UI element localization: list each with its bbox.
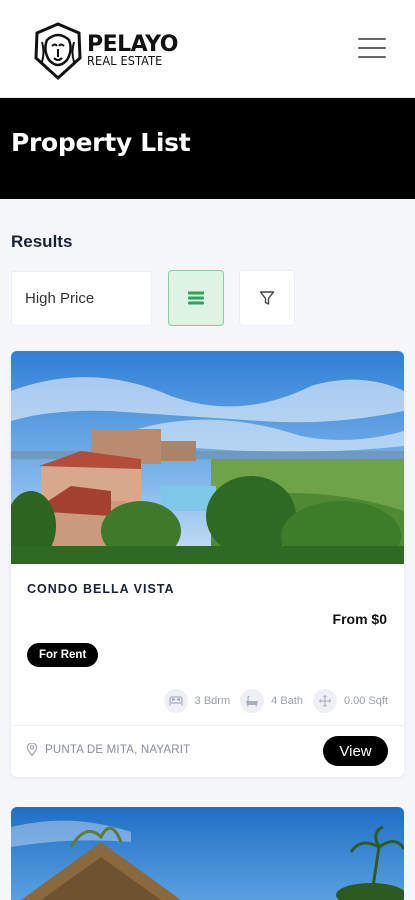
- baths-value: 4 Bath: [271, 695, 303, 707]
- area-arrows-icon: [312, 689, 337, 713]
- filter-icon: [259, 291, 275, 305]
- bed-icon: [163, 689, 188, 713]
- feature-area: 0.00 Sqft: [312, 689, 388, 713]
- property-name[interactable]: CONDO BELLA VISTA: [27, 582, 175, 596]
- list-view-button[interactable]: [168, 270, 224, 326]
- property-price: From $0: [332, 611, 387, 627]
- status-badge: For Rent: [27, 643, 99, 667]
- list-view-icon: [188, 291, 204, 305]
- feature-baths: 4 Bath: [240, 689, 303, 713]
- page-title: Property List: [11, 128, 191, 157]
- brand-subtitle: REAL ESTATE: [87, 53, 163, 69]
- brand-logo[interactable]: PELAYO REAL ESTATE: [33, 22, 178, 80]
- property-features: 3 Bdrm 4 Bath 0.00 Sqft: [163, 689, 388, 713]
- bedrooms-value: 3 Bdrm: [194, 695, 231, 707]
- sort-select[interactable]: High Price: [11, 271, 152, 326]
- sort-select-value: High Price: [25, 290, 95, 307]
- property-photo: [11, 807, 404, 900]
- lion-head-icon: [34, 22, 82, 80]
- location-text: PUNTA DE MITA, NAYARIT: [45, 743, 191, 756]
- feature-bedrooms: 3 Bdrm: [163, 689, 231, 713]
- property-card[interactable]: [11, 807, 404, 900]
- hamburger-menu-icon[interactable]: [358, 38, 386, 60]
- property-location: PUNTA DE MITA, NAYARIT: [27, 743, 190, 756]
- area-value: 0.00 Sqft: [343, 695, 388, 707]
- results-heading: Results: [11, 232, 73, 251]
- property-photo: [11, 351, 404, 564]
- card-divider: [11, 725, 404, 726]
- property-card[interactable]: CONDO BELLA VISTA From $0 For Rent 3 Bdr…: [11, 351, 404, 777]
- site-header: PELAYO REAL ESTATE: [0, 0, 415, 98]
- filter-button[interactable]: [239, 270, 295, 326]
- view-button[interactable]: View: [323, 736, 388, 766]
- location-pin-icon: [27, 743, 37, 756]
- bathtub-icon: [240, 689, 265, 713]
